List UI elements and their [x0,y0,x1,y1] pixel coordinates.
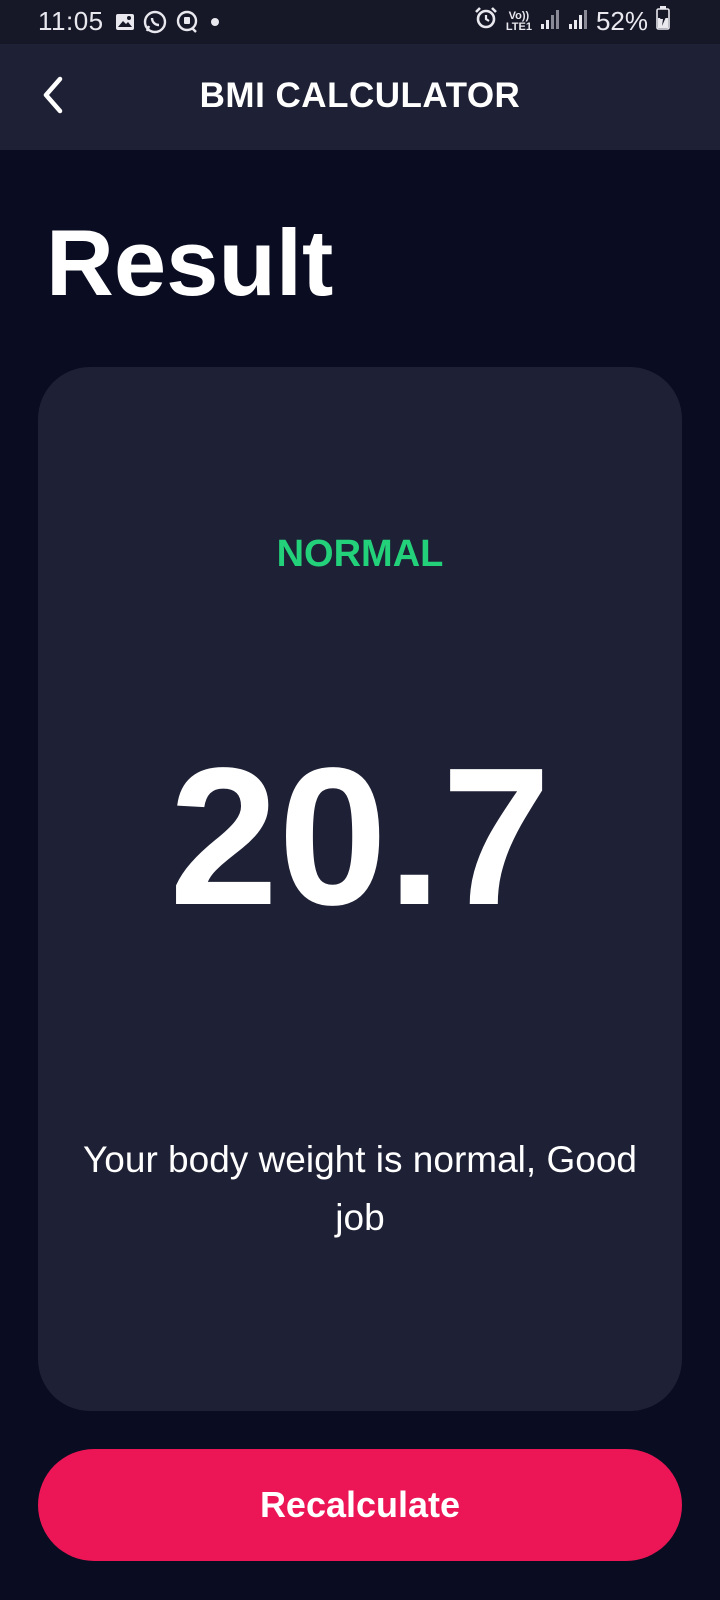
result-message: Your body weight is normal, Good job [83,1139,637,1238]
gallery-icon [115,12,135,32]
result-card: NORMAL 20.7 Your body weight is normal, … [38,367,682,1411]
status-bar: 11:05 Vo)) LTE1 52% [0,0,720,44]
bmi-status-label: NORMAL [276,533,444,575]
notification-icons [115,10,223,34]
battery-charging-icon [656,6,670,37]
whatsapp-icon [143,10,167,34]
system-icons: Vo)) LTE1 52% [474,6,670,37]
app-bar: BMI CALCULATOR [0,44,720,150]
page-title: Result [46,210,334,315]
recalculate-button[interactable]: Recalculate [38,1449,682,1561]
battery-percent: 52% [595,6,648,36]
network-type: Vo)) LTE1 [505,9,532,33]
lte-label: LTE1 [505,20,532,33]
bmi-value: 20.7 [169,727,551,946]
app-title: BMI CALCULATOR [199,76,521,115]
signal-icon [540,6,560,37]
volte-label: Vo)) [508,9,530,22]
dot-icon [207,14,223,30]
signal-icon [568,6,588,37]
alarm-icon [474,6,498,37]
status-time: 11:05 [38,6,104,36]
chat-icon [175,10,199,34]
